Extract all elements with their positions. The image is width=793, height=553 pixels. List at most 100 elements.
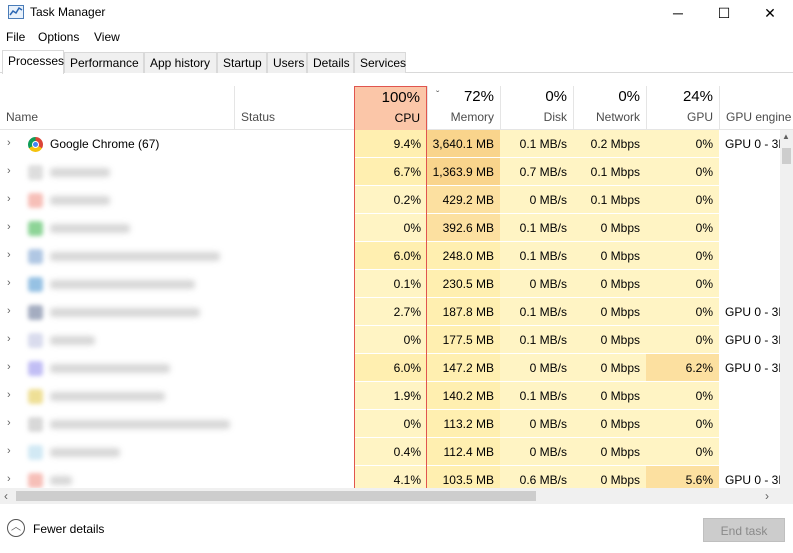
chrome-icon	[28, 137, 43, 152]
expand-chevron-icon[interactable]: ›	[7, 445, 11, 457]
end-task-button[interactable]: End task	[703, 518, 785, 542]
header-memory-percent: 72%	[463, 88, 494, 105]
close-icon: ✕	[764, 4, 776, 21]
cpu-value: 0%	[354, 214, 427, 242]
tab-details[interactable]: Details	[307, 52, 354, 73]
menu-view[interactable]: View	[94, 30, 120, 44]
network-value: 0 Mbps	[573, 354, 646, 382]
network-value: 0 Mbps	[573, 298, 646, 326]
table-row[interactable]: › 4.1% 103.5 MB 0.6 MB/s 0 Mbps 5.6% GPU 0 - 3…	[0, 466, 780, 488]
memory-value: 248.0 MB	[427, 242, 500, 270]
header-disk-label: Disk	[543, 110, 567, 124]
header-gpu-engine[interactable]: GPU engine	[719, 86, 793, 130]
blurred-app-icon	[28, 333, 43, 348]
expand-chevron-icon[interactable]: ›	[7, 137, 11, 149]
fewer-details-link[interactable]: Fewer details	[33, 522, 104, 536]
disk-value: 0.1 MB/s	[500, 214, 573, 242]
vertical-scroll-thumb[interactable]	[782, 148, 791, 164]
table-row[interactable]: › Google Chrome (67) 9.4% 3,640.1 MB 0.1 MB/…	[0, 130, 780, 158]
expand-chevron-icon[interactable]: ›	[7, 305, 11, 317]
cpu-value: 6.0%	[354, 242, 427, 270]
disk-value: 0 MB/s	[500, 186, 573, 214]
table-row[interactable]: › 1.9% 140.2 MB 0.1 MB/s 0 Mbps 0%	[0, 382, 780, 410]
scroll-up-icon[interactable]: ▲	[782, 132, 790, 141]
disk-value: 0.1 MB/s	[500, 130, 573, 158]
expand-chevron-icon[interactable]: ›	[7, 417, 11, 429]
maximize-button[interactable]: ☐	[701, 0, 747, 26]
disk-value: 0 MB/s	[500, 270, 573, 298]
menu-options[interactable]: Options	[38, 30, 79, 44]
header-cpu[interactable]: 100% CPU	[354, 86, 427, 130]
cpu-value: 4.1%	[354, 466, 427, 488]
scroll-left-icon[interactable]: ‹	[4, 489, 8, 503]
header-memory[interactable]: ˇ 72% Memory	[427, 86, 500, 130]
disk-value: 0.1 MB/s	[500, 298, 573, 326]
tab-startup[interactable]: Startup	[217, 52, 267, 73]
tab-users[interactable]: Users	[267, 52, 307, 73]
sort-descending-icon: ˇ	[436, 90, 440, 101]
table-row[interactable]: › 6.7% 1,363.9 MB 0.7 MB/s 0.1 Mbps 0%	[0, 158, 780, 186]
tab-performance[interactable]: Performance	[64, 52, 144, 73]
header-disk[interactable]: 0% Disk	[500, 86, 573, 130]
memory-value: 392.6 MB	[427, 214, 500, 242]
menu-file[interactable]: File	[6, 30, 25, 44]
tab-services[interactable]: Services	[354, 52, 406, 73]
table-row[interactable]: › 0.1% 230.5 MB 0 MB/s 0 Mbps 0%	[0, 270, 780, 298]
gpu-value: 0%	[646, 186, 719, 214]
maximize-icon: ☐	[717, 4, 731, 21]
network-value: 0.1 Mbps	[573, 158, 646, 186]
table-row[interactable]: › 2.7%187.8 MB0.1 MB/s0 Mbps0% GPU 0 - 3D	[0, 298, 780, 326]
tab-processes[interactable]: Processes	[2, 50, 64, 74]
table-row[interactable]: › 0.4% 112.4 MB 0 MB/s 0 Mbps 0%	[0, 438, 780, 466]
expand-chevron-icon[interactable]: ›	[7, 389, 11, 401]
gpu-value: 0%	[646, 438, 719, 466]
header-name[interactable]: Name	[0, 86, 234, 130]
header-status[interactable]: Status	[234, 86, 354, 130]
blurred-app-icon	[28, 389, 43, 404]
expand-chevron-icon[interactable]: ›	[7, 361, 11, 373]
tab-app-history[interactable]: App history	[144, 52, 217, 73]
gpu-engine-value: GPU 0 - 3D	[725, 305, 780, 319]
network-value: 0 Mbps	[573, 242, 646, 270]
minimize-button[interactable]: ─	[655, 0, 701, 26]
close-button[interactable]: ✕	[747, 0, 793, 26]
memory-value: 429.2 MB	[427, 186, 500, 214]
footer: ︿ Fewer details End task	[0, 505, 793, 553]
redacted-process-name	[50, 308, 200, 317]
memory-value: 187.8 MB	[427, 298, 500, 326]
gpu-value: 0%	[646, 158, 719, 186]
expand-chevron-icon[interactable]: ›	[7, 165, 11, 177]
table-row[interactable]: ›0%177.5 MB0.1 MB/s0 Mbps0%GPU 0 - 3D	[0, 326, 780, 354]
redacted-process-name	[50, 280, 195, 289]
horizontal-scrollbar[interactable]: ‹ ›	[0, 488, 793, 504]
redacted-process-name	[50, 252, 220, 261]
header-network[interactable]: 0% Network	[573, 86, 646, 130]
table-row[interactable]: › 0% 113.2 MB 0 MB/s 0 Mbps 0%	[0, 410, 780, 438]
redacted-process-name	[50, 168, 110, 177]
expand-chevron-icon[interactable]: ›	[7, 333, 11, 345]
vertical-scrollbar[interactable]: ▲	[780, 130, 793, 488]
header-gpu[interactable]: 24% GPU	[646, 86, 719, 130]
network-value: 0 Mbps	[573, 214, 646, 242]
table-row[interactable]: › 6.0%147.2 MB0 MB/s0 Mbps6.2% GPU 0 - 3D	[0, 354, 780, 382]
chevron-up-icon[interactable]: ︿	[7, 519, 25, 537]
table-row[interactable]: › 0.2% 429.2 MB 0 MB/s 0.1 Mbps 0%	[0, 186, 780, 214]
expand-chevron-icon[interactable]: ›	[7, 193, 11, 205]
expand-chevron-icon[interactable]: ›	[7, 221, 11, 233]
gpu-engine-value: GPU 0 - 3D	[725, 361, 780, 375]
expand-chevron-icon[interactable]: ›	[7, 277, 11, 289]
title-bar: Task Manager ─ ☐ ✕	[0, 0, 793, 26]
disk-value: 0 MB/s	[500, 438, 573, 466]
expand-chevron-icon[interactable]: ›	[7, 473, 11, 485]
table-row[interactable]: › 6.0% 248.0 MB 0.1 MB/s 0 Mbps 0%	[0, 242, 780, 270]
redacted-process-name	[50, 224, 130, 233]
expand-chevron-icon[interactable]: ›	[7, 249, 11, 261]
header-status-label: Status	[241, 110, 276, 124]
table-row[interactable]: › 0% 392.6 MB 0.1 MB/s 0 Mbps 0%	[0, 214, 780, 242]
scroll-right-icon[interactable]: ›	[765, 489, 769, 503]
memory-value: 103.5 MB	[427, 466, 500, 488]
gpu-value: 0%	[646, 270, 719, 298]
redacted-process-name	[50, 448, 120, 457]
process-table: › Google Chrome (67) 9.4% 3,640.1 MB 0.1 MB/…	[0, 130, 780, 488]
horizontal-scroll-thumb[interactable]	[16, 491, 536, 501]
